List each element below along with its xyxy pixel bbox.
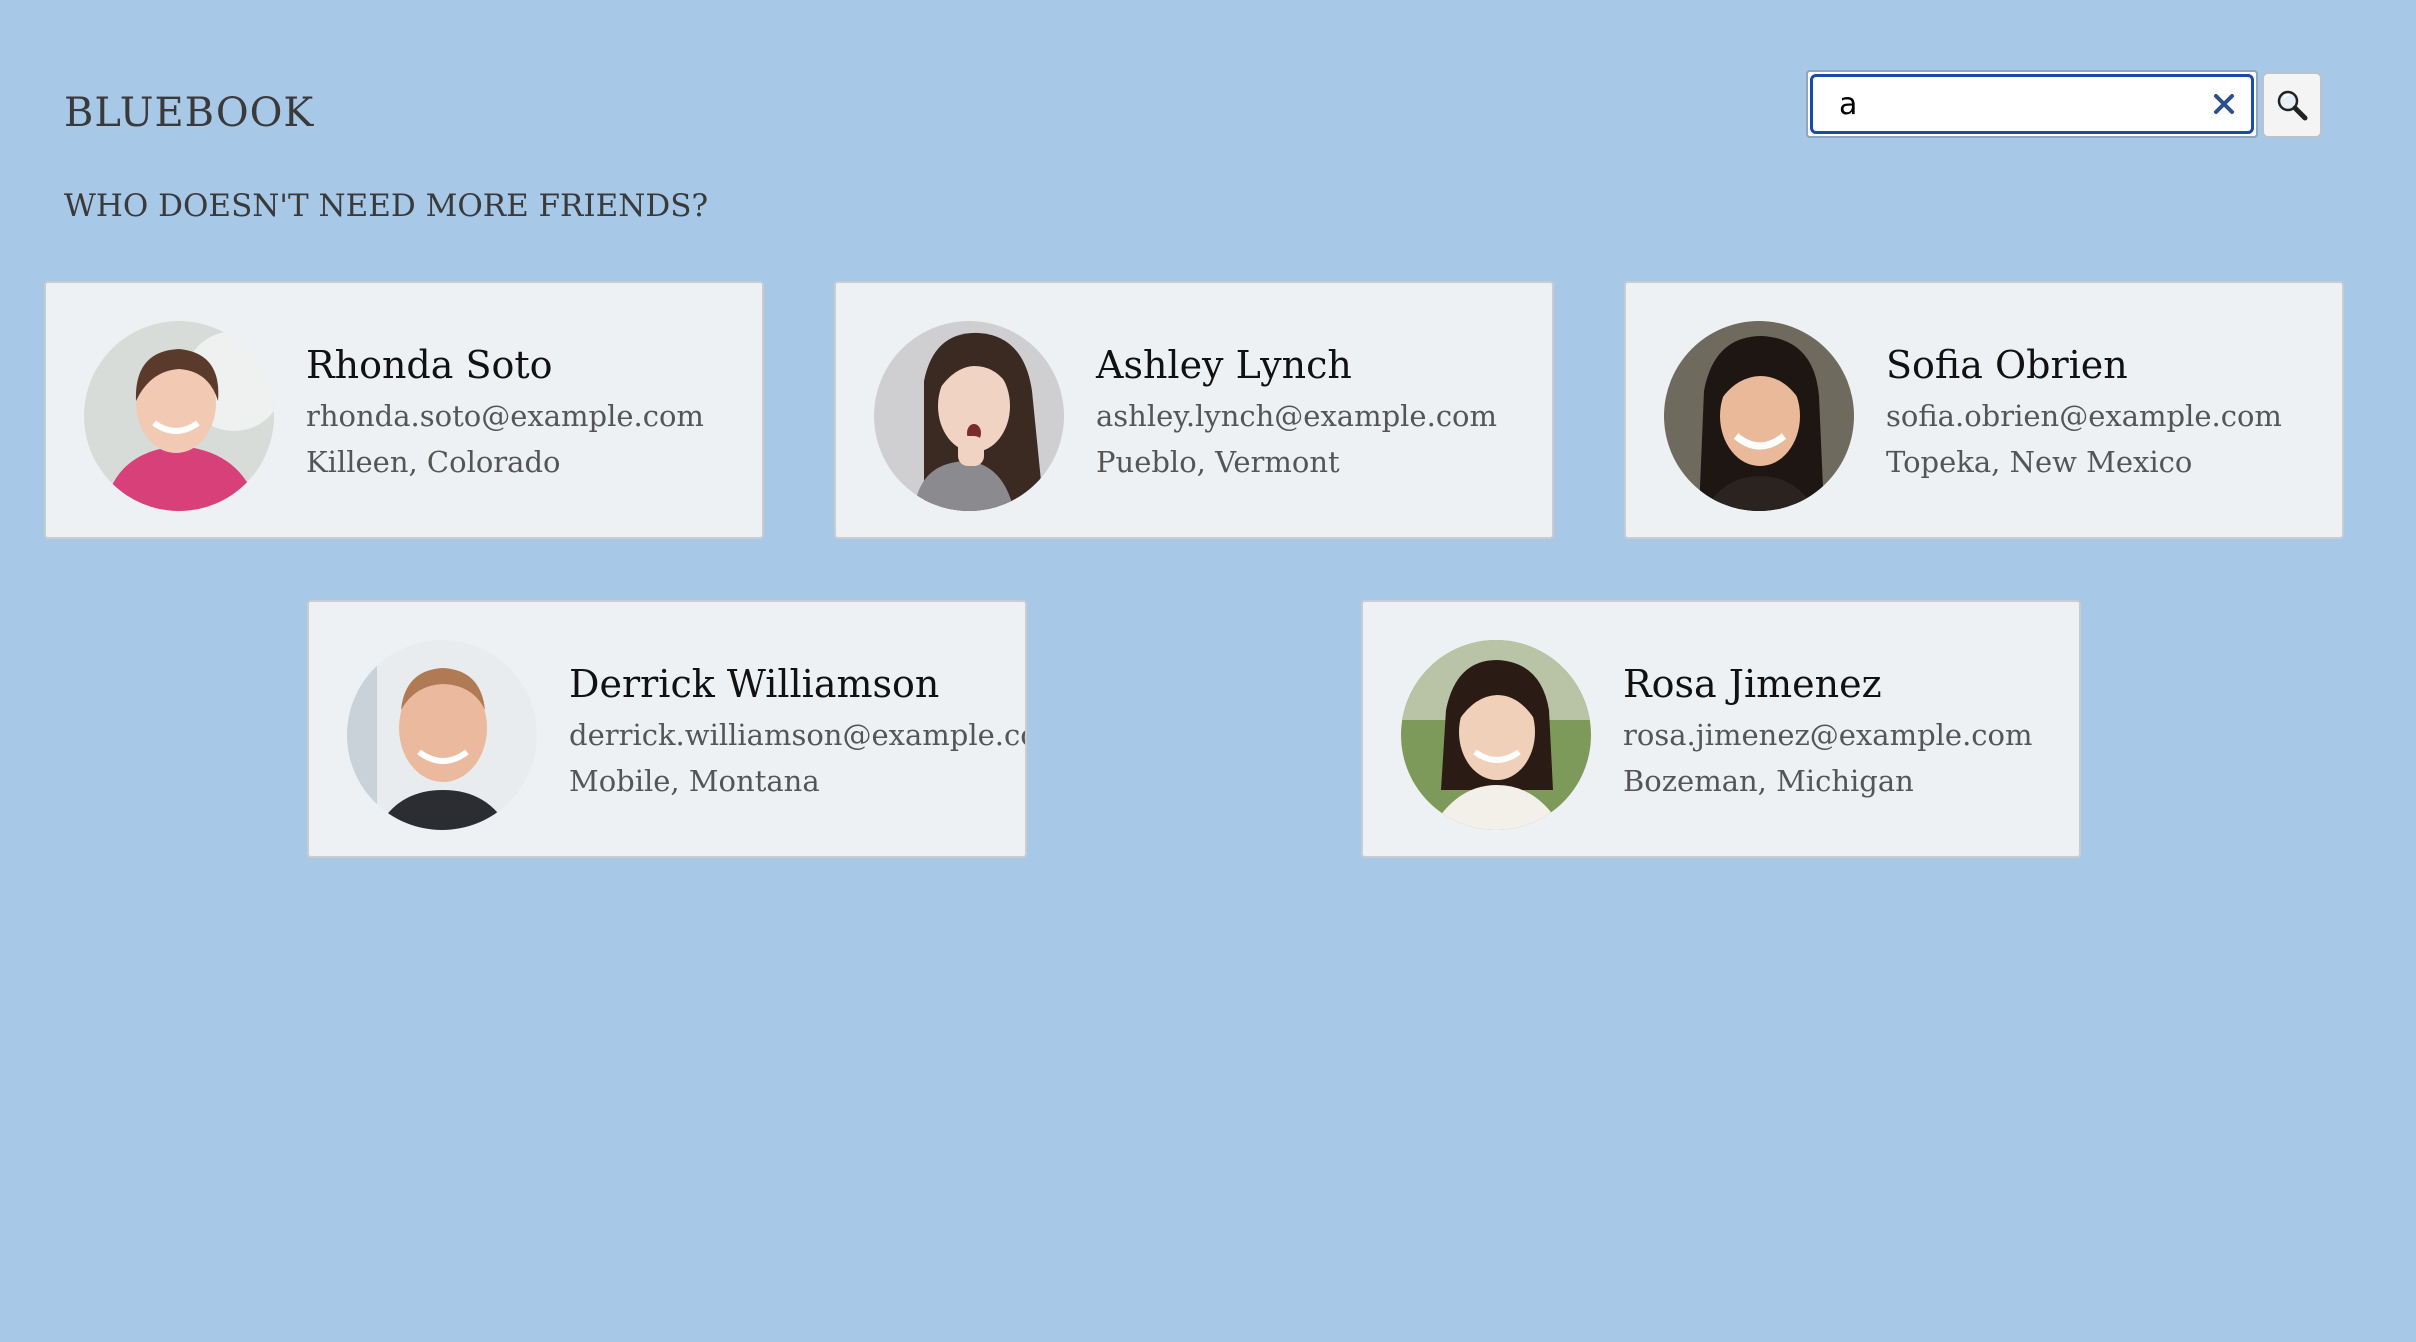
avatar <box>874 321 1064 511</box>
friend-name: Rhonda Soto <box>306 343 553 387</box>
search-button[interactable] <box>2262 72 2322 138</box>
close-icon[interactable] <box>2212 86 2236 122</box>
friend-location: Mobile, Montana <box>569 764 820 798</box>
avatar <box>84 321 274 511</box>
search-bar <box>1806 70 2258 138</box>
friend-name: Derrick Williamson <box>569 662 940 706</box>
magnifier-icon <box>2277 90 2308 121</box>
friend-card[interactable]: Sofia Obrien sofia.obrien@example.com To… <box>1624 281 2344 539</box>
friend-email: derrick.williamson@example.com <box>569 718 1027 752</box>
page-tagline: WHO DOESN'T NEED MORE FRIENDS? <box>64 188 709 224</box>
friend-name: Rosa Jimenez <box>1623 662 1882 706</box>
friend-name: Ashley Lynch <box>1096 343 1352 387</box>
friend-card[interactable]: Rhonda Soto rhonda.soto@example.com Kill… <box>44 281 764 539</box>
search-box <box>1806 70 2258 138</box>
app-title: BLUEBOOK <box>64 90 315 136</box>
friend-card[interactable]: Ashley Lynch ashley.lynch@example.com Pu… <box>834 281 1554 539</box>
friend-card[interactable]: Rosa Jimenez rosa.jimenez@example.com Bo… <box>1361 600 2081 858</box>
friend-name: Sofia Obrien <box>1886 343 2128 387</box>
avatar <box>1664 321 1854 511</box>
friend-location: Bozeman, Michigan <box>1623 764 1914 798</box>
friend-email: sofia.obrien@example.com <box>1886 399 2282 433</box>
search-focus-ring <box>1810 74 2254 134</box>
friend-email: rosa.jimenez@example.com <box>1623 718 2033 752</box>
friend-card[interactable]: Derrick Williamson derrick.williamson@ex… <box>307 600 1027 858</box>
avatar <box>347 640 537 830</box>
friend-location: Topeka, New Mexico <box>1886 445 2193 479</box>
avatar <box>1401 640 1591 830</box>
friend-location: Killeen, Colorado <box>306 445 561 479</box>
friend-email: rhonda.soto@example.com <box>306 399 704 433</box>
friend-location: Pueblo, Vermont <box>1096 445 1340 479</box>
search-input[interactable] <box>1839 79 2212 129</box>
friend-email: ashley.lynch@example.com <box>1096 399 1498 433</box>
